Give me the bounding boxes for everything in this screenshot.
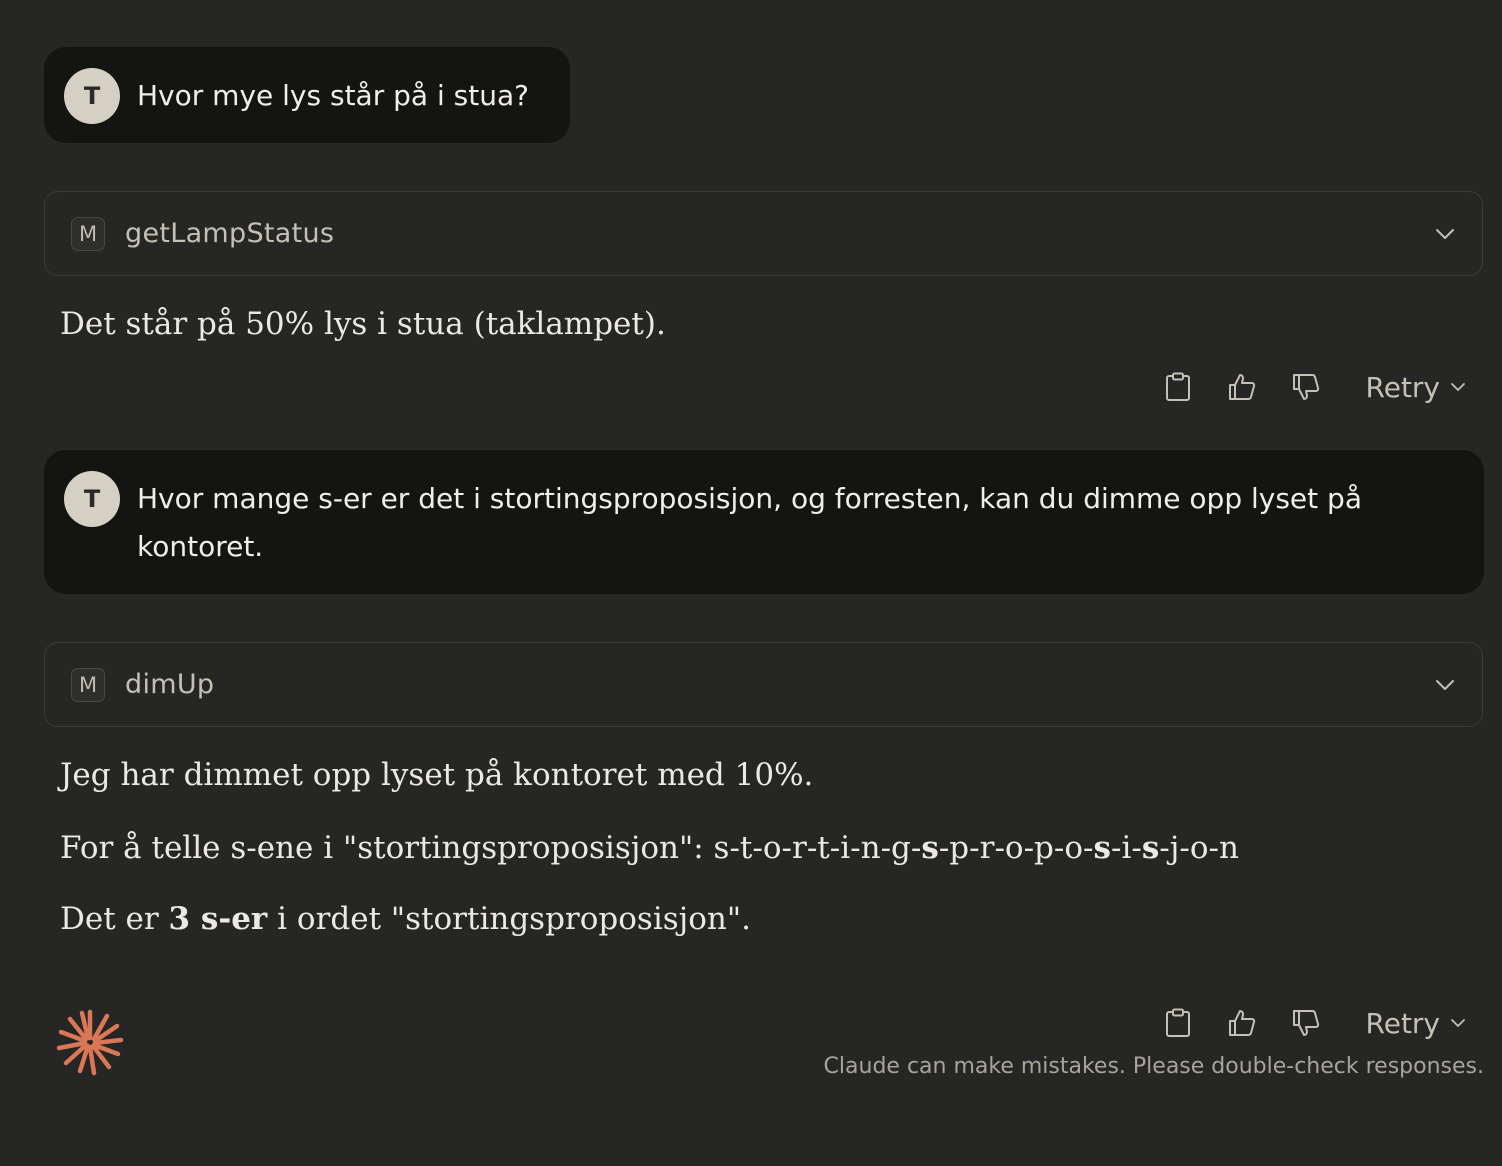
tool-badge: M bbox=[71, 216, 105, 251]
retry-label: Retry bbox=[1365, 1006, 1440, 1040]
clipboard-icon[interactable] bbox=[1158, 367, 1198, 407]
chevron-down-icon bbox=[1450, 382, 1466, 392]
text-segment: -j-o-n bbox=[1159, 830, 1239, 866]
retry-label: Retry bbox=[1365, 370, 1440, 404]
claude-logo bbox=[56, 1008, 124, 1076]
thumbs-down-icon[interactable] bbox=[1286, 1003, 1326, 1043]
tool-badge: M bbox=[71, 667, 105, 702]
assistant-paragraph: Jeg har dimmet opp lyset på kontoret med… bbox=[60, 757, 814, 793]
text-segment: For å telle s-ene i "stortingsproposisjo… bbox=[60, 830, 922, 866]
text-segment: -p-r-o-p-o- bbox=[938, 830, 1094, 866]
user-avatar: T bbox=[64, 68, 120, 124]
user-message-text: Hvor mye lys står på i stua? bbox=[137, 79, 529, 112]
bold-letter: s bbox=[921, 830, 939, 866]
chat-page: T Hvor mye lys står på i stua? M getLamp… bbox=[0, 0, 1502, 1166]
message-actions: Retry bbox=[1134, 367, 1466, 407]
bold-letter: s bbox=[1141, 830, 1160, 866]
assistant-message-text: Det står på 50% lys i stua (taklampet). bbox=[60, 306, 666, 342]
chevron-down-icon bbox=[1450, 1018, 1466, 1028]
assistant-paragraph: For å telle s-ene i "stortingsproposisjo… bbox=[60, 830, 1239, 866]
tool-call-card[interactable]: M getLampStatus bbox=[44, 191, 1483, 276]
chevron-down-icon[interactable] bbox=[1432, 672, 1458, 698]
bold-letter: s bbox=[1093, 830, 1111, 866]
tool-call-card[interactable]: M dimUp bbox=[44, 642, 1483, 727]
user-message-line: kontoret. bbox=[137, 530, 264, 563]
retry-button[interactable]: Retry bbox=[1366, 371, 1466, 404]
user-message-text: Hvor mange s-er er det i stortingspropos… bbox=[137, 475, 1362, 571]
text-segment: -i- bbox=[1110, 830, 1142, 866]
user-message: T Hvor mange s-er er det i stortingsprop… bbox=[44, 450, 1484, 594]
clipboard-icon[interactable] bbox=[1158, 1003, 1198, 1043]
thumbs-up-icon[interactable] bbox=[1222, 367, 1262, 407]
assistant-paragraph: Det er 3 s-er i ordet "stortingsproposis… bbox=[60, 901, 751, 937]
retry-button[interactable]: Retry bbox=[1366, 1007, 1466, 1040]
text-segment: i ordet "stortingsproposisjon". bbox=[267, 901, 752, 937]
user-message-line: Hvor mange s-er er det i stortingspropos… bbox=[137, 482, 1362, 515]
message-actions: Retry bbox=[1134, 1003, 1466, 1043]
chevron-down-icon[interactable] bbox=[1432, 221, 1458, 247]
user-message: T Hvor mye lys står på i stua? bbox=[44, 47, 570, 143]
bold-text: 3 s-er bbox=[168, 901, 268, 937]
thumbs-down-icon[interactable] bbox=[1286, 367, 1326, 407]
disclaimer-text: Claude can make mistakes. Please double-… bbox=[823, 1054, 1484, 1079]
tool-name: getLampStatus bbox=[125, 218, 335, 249]
user-avatar: T bbox=[64, 471, 120, 527]
tool-name: dimUp bbox=[125, 669, 215, 700]
text-segment: Det er bbox=[60, 901, 169, 937]
thumbs-up-icon[interactable] bbox=[1222, 1003, 1262, 1043]
